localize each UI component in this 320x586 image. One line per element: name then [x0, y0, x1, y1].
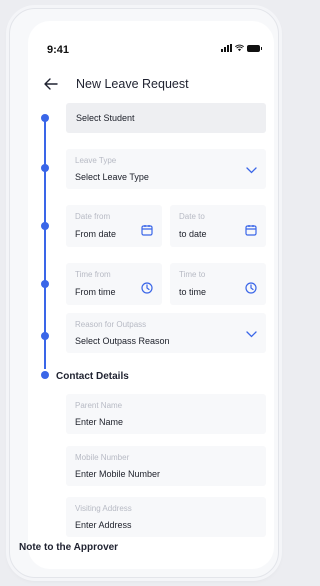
outpass-reason-label: Reason for Outpass: [75, 320, 147, 329]
wifi-icon: [235, 44, 244, 52]
header: New Leave Request: [28, 73, 274, 97]
outpass-reason-select[interactable]: Reason for Outpass Select Outpass Reason: [66, 313, 266, 353]
note-to-approver-heading: Note to the Approver: [19, 542, 119, 553]
timeline-dot-contact: [41, 371, 49, 379]
timeline-dot-leave-type: [41, 164, 49, 172]
select-student-field[interactable]: Select Student: [66, 103, 266, 133]
date-to-field[interactable]: Date to to date: [170, 205, 266, 247]
time-to-value: to time: [179, 287, 207, 297]
timeline-dot-time: [41, 280, 49, 288]
signal-icon: [221, 44, 232, 52]
leave-type-select[interactable]: Leave Type Select Leave Type: [66, 149, 266, 189]
mobile-number-label: Mobile Number: [75, 453, 130, 462]
chevron-down-icon: [246, 167, 257, 174]
parent-name-field[interactable]: Parent Name Enter Name: [66, 394, 266, 434]
timeline-dot-reason: [41, 332, 49, 340]
time-from-field[interactable]: Time from From time: [66, 263, 162, 305]
time-from-value: From time: [75, 287, 116, 297]
status-time: 9:41: [47, 44, 70, 56]
visiting-address-value: Enter Address: [75, 520, 132, 530]
visiting-address-label: Visiting Address: [75, 504, 132, 513]
app-screen: 9:41 New Leave Request Select Student Le…: [28, 21, 274, 569]
mobile-number-value: Enter Mobile Number: [75, 469, 161, 479]
calendar-icon[interactable]: [245, 224, 257, 236]
time-to-field[interactable]: Time to to time: [170, 263, 266, 305]
leave-type-value: Select Leave Type: [75, 172, 149, 182]
parent-name-label: Parent Name: [75, 401, 123, 410]
battery-icon: [247, 45, 262, 52]
visiting-address-field[interactable]: Visiting Address Enter Address: [66, 497, 266, 537]
page-title: New Leave Request: [76, 77, 189, 91]
back-button[interactable]: [42, 75, 60, 93]
date-to-label: Date to: [179, 212, 205, 221]
calendar-icon[interactable]: [141, 224, 153, 236]
clock-icon[interactable]: [141, 282, 153, 294]
phone-frame: 9:41 New Leave Request Select Student Le…: [9, 8, 279, 578]
chevron-down-icon: [246, 331, 257, 338]
timeline-dot-student: [41, 114, 49, 122]
outpass-reason-value: Select Outpass Reason: [75, 336, 170, 346]
timeline-dot-date: [41, 222, 49, 230]
time-from-label: Time from: [75, 270, 111, 279]
contact-details-heading: Contact Details: [56, 371, 129, 382]
clock-icon[interactable]: [245, 282, 257, 294]
status-icons: [221, 44, 262, 52]
status-bar: 9:41: [28, 21, 274, 61]
time-to-label: Time to: [179, 270, 206, 279]
date-from-field[interactable]: Date from From date: [66, 205, 162, 247]
mobile-number-field[interactable]: Mobile Number Enter Mobile Number: [66, 446, 266, 486]
date-from-value: From date: [75, 229, 117, 239]
arrow-left-icon: [44, 78, 58, 90]
select-student-value: Select Student: [76, 113, 135, 123]
leave-type-label: Leave Type: [75, 156, 117, 165]
parent-name-value: Enter Name: [75, 417, 124, 427]
date-to-value: to date: [179, 229, 207, 239]
date-from-label: Date from: [75, 212, 111, 221]
